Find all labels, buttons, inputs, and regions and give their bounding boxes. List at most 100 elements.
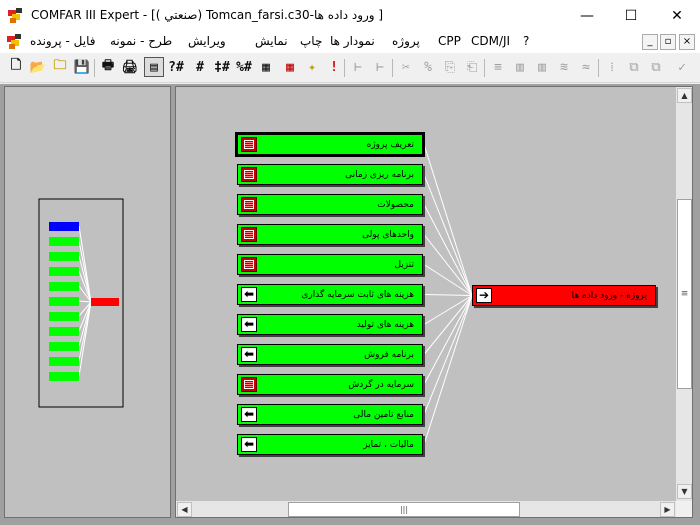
print-setup-icon[interactable]: 🖨 [120,57,140,77]
copy-icon[interactable]: ⎘ [440,57,460,77]
overview-target-node [91,298,119,306]
input-node[interactable]: ⬅ هزینه های تولید [237,314,423,335]
bars-alt-icon[interactable]: ▥ [532,57,552,77]
horizontal-scrollbar[interactable]: ◀ ||| ▶ [176,501,676,517]
node-label: محصولات [377,199,414,210]
maximize-button[interactable]: ☐ [608,0,654,31]
list-view-icon[interactable]: ▤ [144,57,164,77]
diagram-view[interactable]: ➔ پروژه - ورود داده ها تعریف پروژه برنامه ر… [175,86,693,518]
node-label: هزینه های تولید [356,319,414,330]
input-node[interactable]: ⬅ هزینه های ثابت سرمایه گذاری [237,284,423,305]
connector-line [423,204,473,296]
menu-cdm-ji[interactable]: CDM/JI [471,34,510,48]
hash-grid-icon[interactable]: # [190,57,210,77]
overview-node [49,267,79,276]
folder-icon[interactable]: 🗀 [50,57,70,77]
mdi-minimize-button[interactable]: _ [642,34,658,50]
connector-line [423,295,473,415]
document-icon[interactable] [7,34,23,50]
input-node[interactable]: ⬅ مالیات ، تمایز [237,434,423,455]
vertical-scrollbar[interactable]: ▲ ≡ ▼ [676,87,692,501]
menu-edit[interactable]: ویرایش [188,34,226,48]
vertical-scroll-thumb[interactable]: ≡ [677,199,692,389]
overview-node [49,357,79,366]
calendar-icon [241,137,257,152]
columns-icon[interactable]: ≡ [488,57,508,77]
menu-charts[interactable]: نمودار ها [330,34,375,48]
table-icon[interactable]: ▦ [256,57,276,77]
menu-bar: فایل - پرونده طرح - نمونه ویرایش نمایش چ… [0,31,700,53]
menu-print[interactable]: چاپ [300,34,322,48]
scroll-up-button[interactable]: ▲ [677,88,692,103]
mdi-restore-button[interactable]: ▫ [660,34,676,50]
layout-alt-icon[interactable]: ⧉ [646,57,666,77]
overview-node [49,237,79,246]
node-label: سرمایه در گردش [348,379,414,390]
percent-hash-icon[interactable]: %# [234,57,254,77]
calculator-icon[interactable]: ▦ [280,57,300,77]
toolbar-separator [598,59,599,77]
node-label: مالیات ، تمایز [363,439,414,450]
input-node[interactable]: برنامه ریزی زمانی [237,164,423,185]
menu-project[interactable]: پروژه [392,34,420,48]
hash-sub-icon[interactable]: ‡# [212,57,232,77]
scroll-down-button[interactable]: ▼ [677,484,692,499]
node-label: واحدهای پولی [362,229,414,240]
menu-cpp[interactable]: CPP [438,34,461,48]
connector-line [423,264,473,296]
node-label: برنامه فروش [364,349,414,360]
calendar-icon [241,227,257,242]
scroll-right-button[interactable]: ▶ [660,502,675,517]
toolbar-separator [94,59,95,77]
connector-line [423,295,473,325]
menu-view[interactable]: نمایش [255,34,288,48]
input-node[interactable]: محصولات [237,194,423,215]
input-node[interactable]: ⬅ منابع تامین مالی [237,404,423,425]
input-node[interactable]: سرمایه در گردش [237,374,423,395]
minimize-button[interactable]: — [564,0,610,31]
horizontal-scroll-thumb[interactable]: ||| [288,502,520,517]
input-node[interactable]: تعریف پروژه [235,132,425,157]
cut-icon[interactable]: ✂ [396,57,416,77]
open-file-icon[interactable]: 📂 [28,57,48,77]
tree-icon[interactable]: ⊢ [348,57,368,77]
chart-icon[interactable]: ≋ [554,57,574,77]
close-button[interactable]: ✕ [654,0,700,31]
mdi-close-button[interactable]: × [679,34,695,50]
overview-node [49,297,79,306]
toolbar: 🗋 📂 🗀 💾 🖶 🖨 ▤ ?# # ‡# %# ▦ ▦ ✦ ! ⊢ ⊢ ✂ %… [0,53,700,83]
menu-file[interactable]: فایل - پرونده [30,34,95,48]
overview-map[interactable] [5,87,172,519]
scroll-left-button[interactable]: ◀ [177,502,192,517]
new-file-icon[interactable]: 🗋 [6,57,26,77]
wizard-icon[interactable]: ✦ [302,57,322,77]
node-label: تنزیل [394,259,414,270]
wave-icon[interactable]: ≈ [576,57,596,77]
overview-node [49,342,79,351]
print-icon[interactable]: 🖶 [98,57,118,77]
arrow-left-icon: ⬅ [241,347,257,362]
tree-branch-icon[interactable]: ⊢ [370,57,390,77]
alert-icon[interactable]: ! [324,57,344,77]
percent-icon[interactable]: % [418,57,438,77]
connector-line [423,295,473,445]
layout-icon[interactable]: ⧉ [624,57,644,77]
overview-node [49,312,79,321]
overview-panel[interactable] [4,86,171,518]
overview-node [49,282,79,291]
title-bar: COMFAR III Expert - [( صنعتي) Tomcan_far… [0,0,700,31]
input-node[interactable]: ⬅ برنامه فروش [237,344,423,365]
input-node[interactable]: واحدهای پولی [237,224,423,245]
grid-dots-icon[interactable]: ⁞ [602,57,622,77]
bars-icon[interactable]: ▥ [510,57,530,77]
help-query-icon[interactable]: ?# [166,57,186,77]
paste-icon[interactable]: ⎗ [462,57,482,77]
check-icon[interactable]: ✓ [672,57,692,77]
target-node-project-input[interactable]: ➔ پروژه - ورود داده ها [472,285,656,306]
overview-node [49,252,79,261]
menu-project-model[interactable]: طرح - نمونه [110,34,172,48]
app-icon[interactable] [8,8,24,24]
menu-help[interactable]: ? [523,34,529,48]
save-icon[interactable]: 💾 [72,57,92,77]
input-node[interactable]: تنزیل [237,254,423,275]
